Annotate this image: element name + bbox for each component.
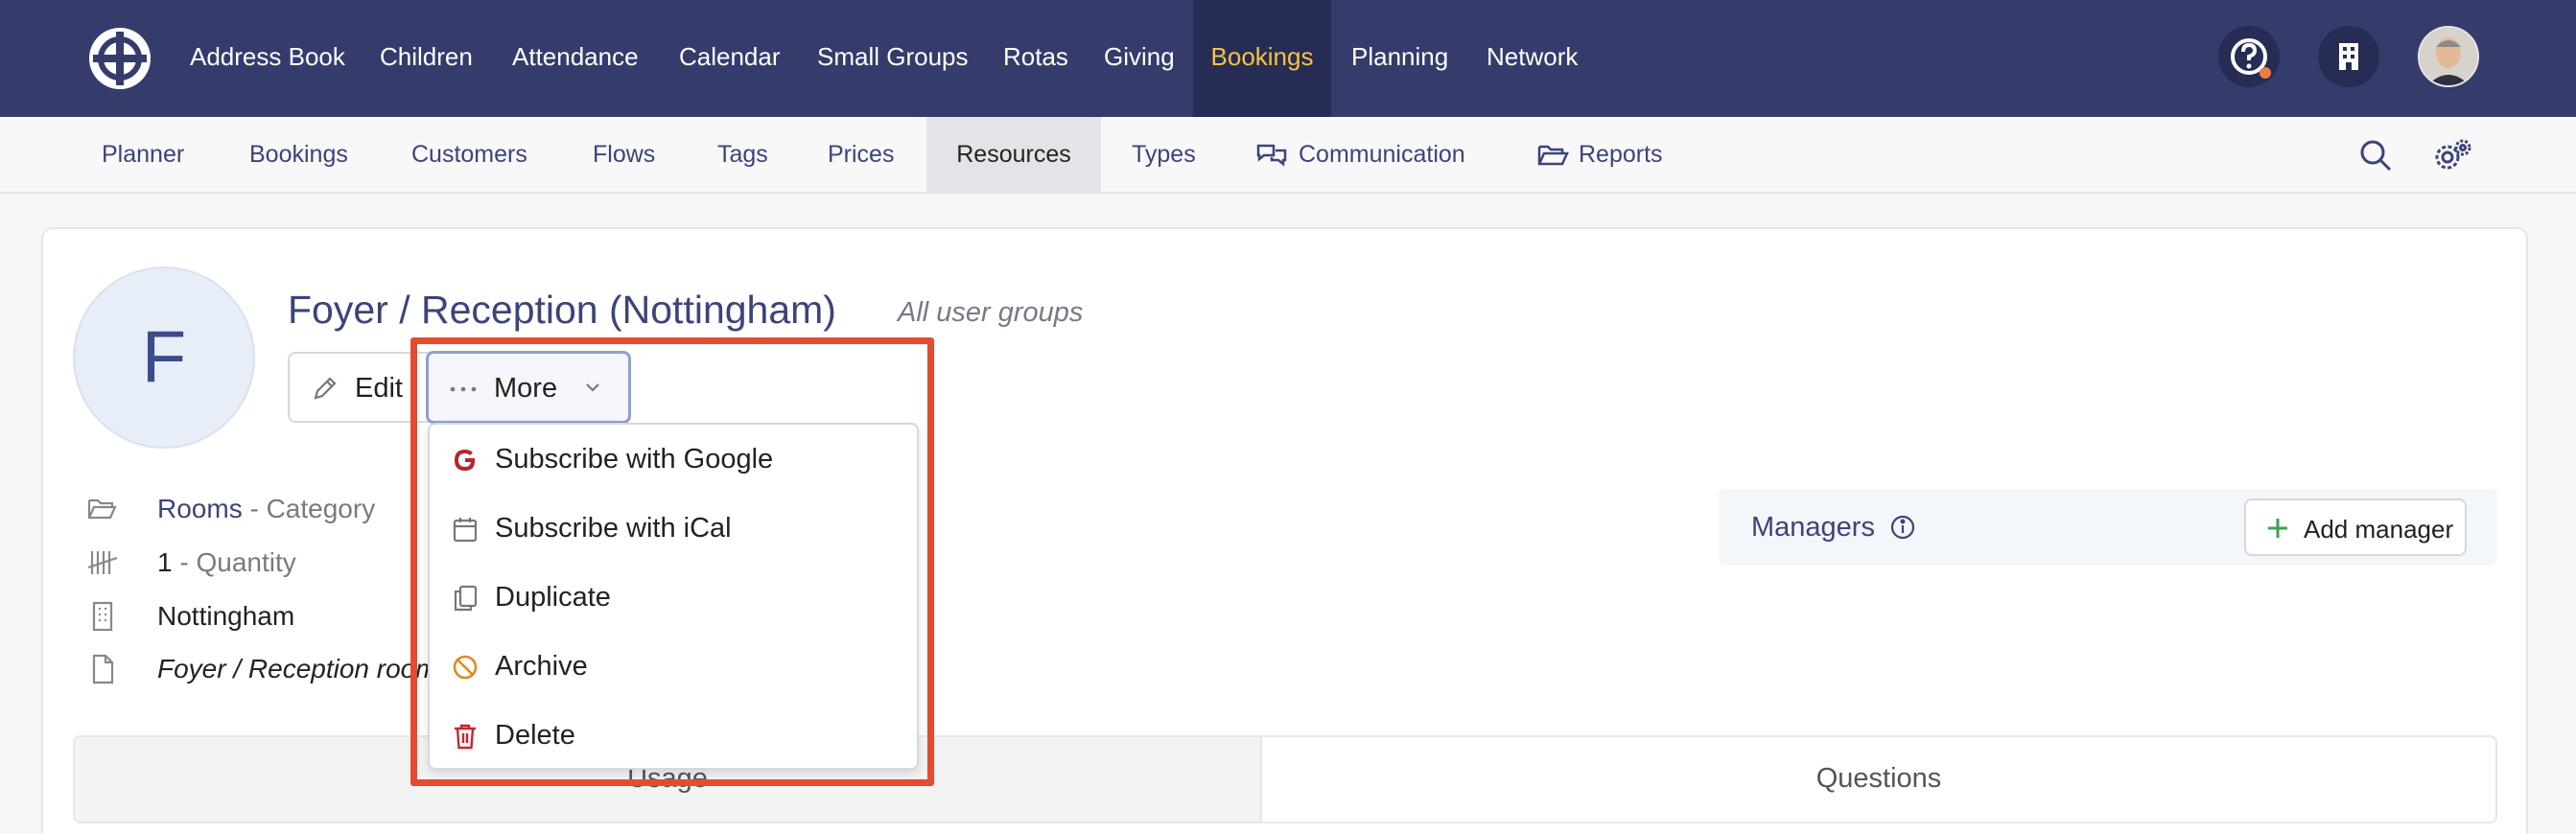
subnav-reports[interactable]: Reports: [1579, 117, 1663, 192]
trash-icon: [451, 722, 480, 751]
plus-icon: [2265, 516, 2290, 541]
menu-item-subscribe-ical[interactable]: Subscribe with iCal: [430, 496, 917, 565]
subnav-types[interactable]: Types: [1132, 117, 1196, 192]
building-icon[interactable]: [2318, 26, 2379, 87]
managers-panel: Managers Add manager: [1719, 489, 2497, 566]
building-outline-icon: [86, 600, 119, 633]
sub-navigation: Planner Bookings Customers Flows Tags Pr…: [0, 117, 2576, 194]
tab-questions[interactable]: Questions: [1260, 737, 2495, 822]
subnav-tags[interactable]: Tags: [717, 117, 768, 192]
logo-icon[interactable]: [87, 26, 152, 91]
copy-icon: [451, 584, 480, 613]
menu-item-label: Archive: [495, 651, 588, 682]
menu-item-label: Subscribe with iCal: [495, 513, 732, 544]
nav-bookings[interactable]: Bookings: [1193, 0, 1331, 117]
user-avatar[interactable]: [2418, 26, 2479, 87]
subnav-flows[interactable]: Flows: [593, 117, 655, 192]
document-icon: [86, 653, 119, 685]
nav-small-groups[interactable]: Small Groups: [817, 0, 969, 117]
subnav-customers[interactable]: Customers: [411, 117, 527, 192]
folder-icon: [86, 493, 119, 525]
nav-planning[interactable]: Planning: [1351, 0, 1448, 117]
pencil-icon: [311, 374, 340, 403]
calendar-icon: [451, 515, 480, 544]
category-link[interactable]: Rooms: [157, 494, 243, 523]
help-icon[interactable]: [2218, 26, 2280, 87]
nav-address-book[interactable]: Address Book: [190, 0, 345, 117]
subnav-planner[interactable]: Planner: [102, 117, 184, 192]
menu-item-subscribe-google[interactable]: Subscribe with Google: [430, 427, 917, 496]
info-icon[interactable]: [1889, 514, 1916, 541]
quantity-value: 1: [157, 547, 173, 577]
add-manager-label: Add manager: [2304, 515, 2454, 544]
menu-item-label: Subscribe with Google: [495, 444, 774, 475]
quantity-detail: 1 - Quantity: [157, 547, 296, 578]
more-label: More: [494, 373, 558, 404]
location-detail: Nottingham: [157, 601, 295, 631]
chevron-down-icon: [584, 381, 601, 394]
search-icon[interactable]: [2358, 138, 2393, 173]
description-detail: Foyer / Reception room: [157, 654, 438, 683]
resource-avatar: F: [73, 266, 255, 449]
menu-item-archive[interactable]: Archive: [430, 634, 917, 703]
quantity-label: - Quantity: [179, 547, 296, 577]
menu-item-label: Delete: [495, 720, 575, 751]
top-navigation: Address Book Children Attendance Calenda…: [0, 0, 2576, 117]
google-icon: [451, 446, 480, 475]
chat-icon: [1254, 138, 1289, 173]
nav-rotas[interactable]: Rotas: [1003, 0, 1068, 117]
add-manager-button[interactable]: Add manager: [2244, 498, 2467, 556]
category-label: - Category: [249, 494, 376, 523]
menu-item-duplicate[interactable]: Duplicate: [430, 565, 917, 634]
tally-icon: [86, 546, 119, 579]
page-title: Foyer / Reception (Nottingham): [288, 288, 836, 332]
more-dropdown-menu: Subscribe with Google Subscribe with iCa…: [428, 423, 919, 770]
nav-calendar[interactable]: Calendar: [679, 0, 781, 117]
user-groups-label: All user groups: [898, 297, 1084, 328]
nav-network[interactable]: Network: [1487, 0, 1578, 117]
menu-item-label: Duplicate: [495, 582, 611, 613]
subnav-communication[interactable]: Communication: [1299, 117, 1465, 192]
archive-icon: [451, 653, 480, 682]
category-detail: Rooms - Category: [157, 494, 375, 524]
subnav-prices[interactable]: Prices: [828, 117, 894, 192]
menu-item-delete[interactable]: Delete: [430, 703, 917, 772]
managers-label: Managers: [1751, 512, 1875, 543]
nav-children[interactable]: Children: [380, 0, 473, 117]
nav-attendance[interactable]: Attendance: [512, 0, 639, 117]
edit-label: Edit: [355, 373, 403, 404]
subnav-bookings[interactable]: Bookings: [249, 117, 348, 192]
settings-icon[interactable]: [2432, 138, 2472, 173]
subnav-resources[interactable]: Resources: [926, 117, 1101, 192]
ellipsis-icon: [450, 386, 477, 392]
more-button[interactable]: More: [426, 351, 631, 424]
nav-giving[interactable]: Giving: [1104, 0, 1175, 117]
folder-open-icon: [1535, 138, 1570, 173]
edit-button[interactable]: Edit: [288, 352, 433, 423]
